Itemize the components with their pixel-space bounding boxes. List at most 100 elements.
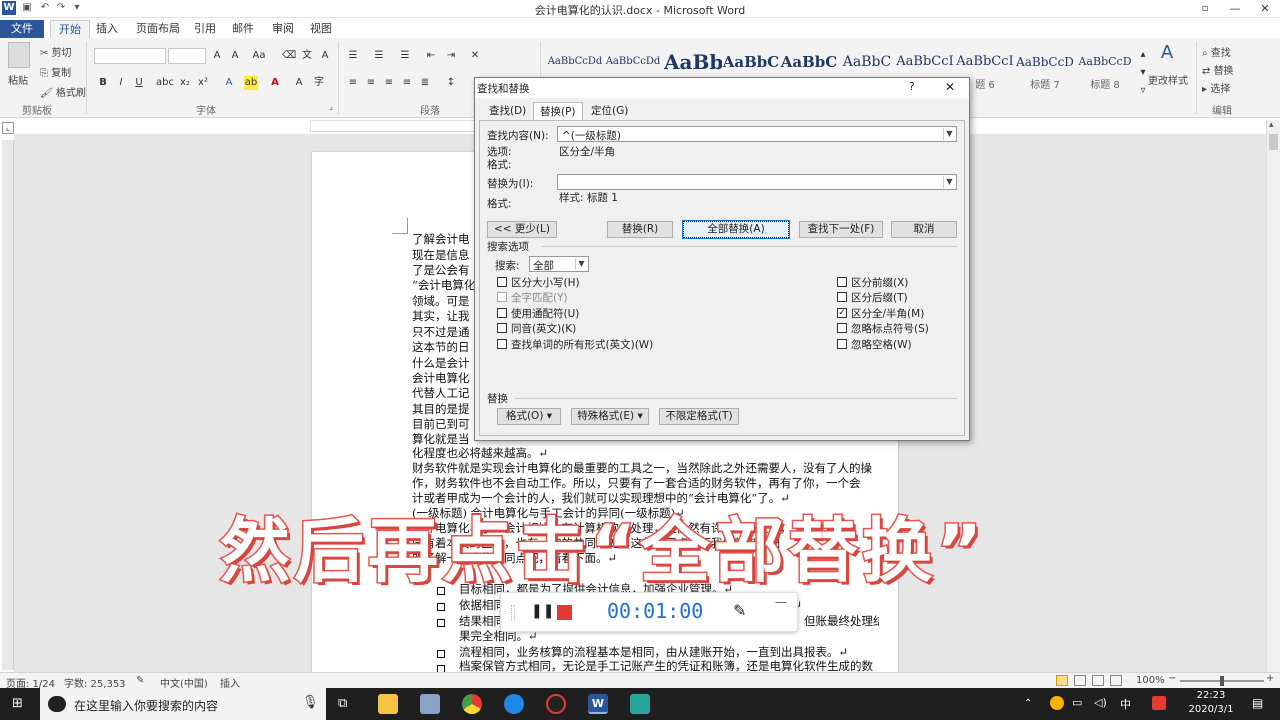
- change-styles-icon[interactable]: A: [1156, 42, 1178, 64]
- chevron-down-icon[interactable]: ▼: [943, 128, 955, 140]
- zoom-slider-thumb[interactable]: [1220, 676, 1224, 686]
- format-painter-button[interactable]: 🖌 格式刷: [40, 84, 86, 99]
- all-word-forms-checkbox[interactable]: [497, 339, 507, 349]
- ignore-punctuation-checkbox[interactable]: [837, 323, 847, 333]
- match-width-checkbox[interactable]: ✓: [837, 308, 847, 318]
- style-no-spacing[interactable]: AaBbCcDd: [604, 48, 662, 76]
- scroll-up-icon[interactable]: ▴: [1269, 120, 1274, 130]
- tab-file[interactable]: 文件: [0, 20, 44, 38]
- drag-handle-icon[interactable]: [511, 605, 515, 621]
- scroll-thumb[interactable]: [1269, 134, 1278, 150]
- calculator-icon[interactable]: [420, 694, 440, 714]
- superscript-icon[interactable]: x²: [196, 76, 210, 90]
- close-button[interactable]: ✕: [1250, 0, 1280, 18]
- file-explorer-icon[interactable]: [378, 694, 398, 714]
- clipboard-icon[interactable]: [8, 42, 30, 68]
- tab-mailings[interactable]: 邮件: [224, 20, 262, 38]
- find-next-button[interactable]: 查找下一处(F): [799, 221, 883, 238]
- style-title[interactable]: AaBbC: [780, 48, 838, 76]
- match-case-checkbox[interactable]: [497, 277, 507, 287]
- zoom-in-icon[interactable]: +: [1266, 673, 1274, 684]
- ime-icon[interactable]: 中: [1120, 696, 1131, 712]
- pause-icon[interactable]: ❚❚: [531, 603, 554, 619]
- notification-icon[interactable]: ▤: [1252, 696, 1263, 710]
- tab-page-layout[interactable]: 页面布局: [128, 20, 188, 38]
- text-effects-icon[interactable]: A: [222, 76, 236, 90]
- tab-replace[interactable]: 替换(P): [533, 102, 583, 120]
- clear-format-icon[interactable]: ⌫: [282, 49, 296, 63]
- tab-review[interactable]: 审阅: [264, 20, 302, 38]
- search-direction-select[interactable]: 全部 ▼: [529, 256, 589, 272]
- clock-time[interactable]: 22:23: [1186, 690, 1236, 701]
- less-button[interactable]: << 更少(L): [487, 221, 557, 238]
- app-icon[interactable]: [504, 694, 524, 714]
- font-color-icon[interactable]: A: [268, 76, 282, 90]
- style-emphasis[interactable]: AaBbCcI: [956, 48, 1014, 76]
- style-heading-1[interactable]: AaBb: [664, 48, 722, 76]
- copy-button[interactable]: ⎘ 复制: [40, 64, 71, 79]
- style-subtitle[interactable]: AaBbC: [838, 48, 896, 76]
- gallery-up-icon[interactable]: ▴: [1136, 48, 1150, 62]
- multilevel-list-icon[interactable]: ☰: [398, 49, 412, 63]
- shrink-font-icon[interactable]: A: [228, 49, 242, 63]
- tab-selector-icon[interactable]: ⌞: [2, 122, 14, 134]
- app2-icon[interactable]: [630, 694, 650, 714]
- strikethrough-icon[interactable]: abc: [156, 76, 174, 90]
- style-normal[interactable]: AaBbCcDd: [546, 48, 604, 76]
- print-layout-icon[interactable]: [1056, 675, 1068, 686]
- outline-view-icon[interactable]: [1110, 675, 1122, 686]
- style-subtle-emphasis[interactable]: AaBbCcI: [896, 48, 954, 76]
- tab-insert[interactable]: 插入: [88, 20, 126, 38]
- tab-find[interactable]: 查找(D): [483, 102, 532, 120]
- subscript-icon[interactable]: x₂: [178, 76, 192, 90]
- pen-icon[interactable]: ✎: [733, 601, 746, 620]
- tray-expand-icon[interactable]: ⌃: [1024, 698, 1032, 709]
- justify-icon[interactable]: ≡: [400, 76, 414, 90]
- paste-button[interactable]: 粘贴: [8, 72, 28, 87]
- microphone-icon[interactable]: 🎙: [302, 695, 319, 710]
- italic-icon[interactable]: I: [114, 76, 128, 90]
- dialog-help-button[interactable]: ?: [909, 81, 915, 93]
- whole-word-checkbox[interactable]: [497, 292, 507, 302]
- style-intense-emphasis[interactable]: AaBbCcD: [1016, 48, 1074, 76]
- windows-start-icon[interactable]: ⊞: [12, 697, 26, 711]
- line-spacing-icon[interactable]: ↕: [444, 76, 458, 90]
- enclose-char-icon[interactable]: 字: [312, 76, 326, 90]
- style-strong[interactable]: AaBbCcD: [1076, 48, 1134, 76]
- underline-icon[interactable]: U: [132, 76, 146, 90]
- align-right-icon[interactable]: ≡: [382, 76, 396, 90]
- zoom-level[interactable]: 100%: [1136, 675, 1165, 686]
- restore-ribbon-icon[interactable]: ▫: [1190, 0, 1220, 18]
- recorder-app-icon[interactable]: [546, 694, 566, 714]
- phonetic-icon[interactable]: 文: [300, 49, 314, 63]
- increase-indent-icon[interactable]: ⇥: [444, 49, 458, 63]
- proofing-icon[interactable]: ✎: [136, 675, 144, 686]
- chrome-icon[interactable]: [462, 694, 482, 714]
- select-button[interactable]: ▸ 选择: [1202, 80, 1230, 95]
- network-icon[interactable]: ▭: [1072, 696, 1082, 709]
- bullets-icon[interactable]: ☰: [346, 49, 360, 63]
- tab-references[interactable]: 引用: [186, 20, 224, 38]
- bold-icon[interactable]: B: [96, 76, 110, 90]
- font-name-combo[interactable]: [94, 48, 166, 64]
- tab-home[interactable]: 开始: [50, 20, 90, 38]
- distribute-icon[interactable]: ≣: [418, 76, 432, 90]
- match-suffix-checkbox[interactable]: [837, 292, 847, 302]
- chinese-layout-icon[interactable]: ✕: [468, 49, 482, 63]
- char-shading-icon[interactable]: A: [292, 76, 306, 90]
- dialog-close-button[interactable]: ✕: [945, 80, 955, 94]
- recorder-minimize-button[interactable]: —: [775, 595, 787, 609]
- clock-date[interactable]: 2020/3/1: [1180, 704, 1242, 715]
- find-button[interactable]: ⌕ 查找: [1202, 44, 1231, 59]
- tab-view[interactable]: 视图: [302, 20, 340, 38]
- task-view-icon[interactable]: ⧉: [338, 696, 347, 711]
- tab-goto[interactable]: 定位(G): [585, 102, 634, 120]
- vertical-ruler[interactable]: [2, 140, 14, 670]
- numbering-icon[interactable]: ☰: [372, 49, 386, 63]
- decrease-indent-icon[interactable]: ⇤: [424, 49, 438, 63]
- no-formatting-button[interactable]: 不限定格式(T): [659, 408, 739, 425]
- replace-all-button[interactable]: 全部替换(A): [683, 221, 789, 238]
- align-center-icon[interactable]: ≡: [364, 76, 378, 90]
- volume-icon[interactable]: ◁): [1094, 696, 1107, 709]
- replace-with-input[interactable]: ▼: [557, 174, 957, 190]
